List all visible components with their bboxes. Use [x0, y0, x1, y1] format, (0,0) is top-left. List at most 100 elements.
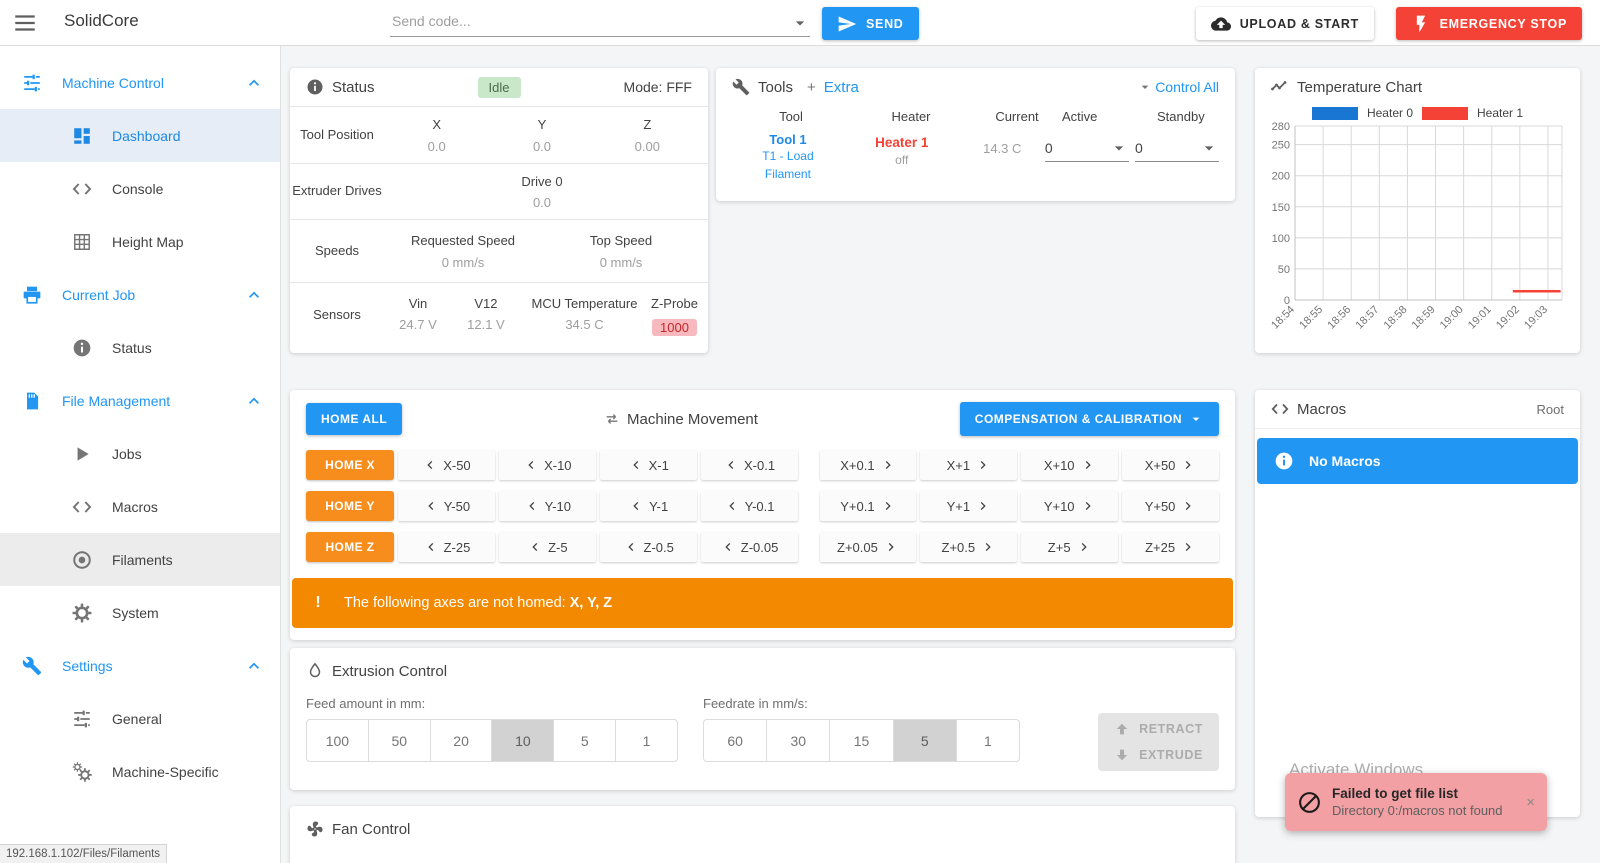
jog-x-10-button[interactable]: X-10	[498, 450, 596, 480]
jog-y-10-button[interactable]: Y-10	[498, 491, 596, 521]
plus-sign: +	[807, 78, 816, 96]
chevron-left-icon	[628, 457, 644, 473]
speeds-row: Speeds Requested Speed 0 mm/s Top Speed 0 m…	[290, 219, 708, 282]
jog-z-5-button[interactable]: Z-5	[498, 532, 596, 562]
heater-name[interactable]: Heater 1	[844, 135, 960, 150]
home-y-button[interactable]: HOME Y	[306, 491, 394, 521]
feed-amount-100[interactable]: 100	[307, 720, 368, 761]
sidebar-item-file-management[interactable]: File Management	[0, 374, 280, 427]
jog-zplus0-5-button[interactable]: Z+0.5	[920, 532, 1018, 562]
sidebar-item-system[interactable]: System	[0, 586, 280, 639]
extrusion-title: Extrusion Control	[332, 662, 448, 680]
feedrate-15[interactable]: 15	[829, 720, 892, 761]
jog-yplus0-1-button[interactable]: Y+0.1	[819, 491, 917, 521]
temperature-chart-panel: Temperature Chart Heater 0 Heater 1 0 50 10…	[1255, 68, 1580, 353]
feed-amount-50[interactable]: 50	[367, 720, 430, 761]
home-z-button[interactable]: HOME Z	[306, 532, 394, 562]
sidebar-item-dashboard[interactable]: Dashboard	[0, 109, 280, 162]
legend-label: Heater 0	[1366, 106, 1413, 120]
jog-zplus5-button[interactable]: Z+5	[1021, 532, 1119, 562]
sidebar-item-settings[interactable]: Settings	[0, 639, 280, 692]
sidebar-item-status[interactable]: Status	[0, 321, 280, 374]
col-header-heater: Heater	[891, 109, 931, 124]
chevron-up-icon[interactable]	[244, 656, 264, 676]
sidebar-item-machine-specific[interactable]: Machine-Specific	[0, 745, 280, 798]
home-all-button[interactable]: HOME ALL	[306, 403, 403, 435]
jog-x-0-1-button[interactable]: X-0.1	[700, 450, 798, 480]
warning-axes: X, Y, Z	[569, 595, 613, 611]
info-icon	[72, 338, 92, 358]
jog-xplus1-button[interactable]: X+1	[920, 450, 1018, 480]
row-label: Speeds	[314, 242, 360, 258]
standby-temp-select[interactable]: 0	[1135, 132, 1219, 162]
jog-y-1-button[interactable]: Y-1	[599, 491, 697, 521]
chevron-up-icon[interactable]	[244, 73, 264, 93]
upload-start-button[interactable]: UPLOAD & START	[1195, 7, 1374, 40]
upload-button-label: UPLOAD & START	[1239, 16, 1359, 31]
jog-x-1-button[interactable]: X-1	[599, 450, 697, 480]
sidebar-item-current-job[interactable]: Current Job	[0, 268, 280, 321]
extra-link[interactable]: Extra	[824, 79, 859, 96]
feedrate-60[interactable]: 60	[704, 720, 766, 761]
wrench-icon	[22, 656, 42, 676]
load-filament-link[interactable]: T1 - Load Filament	[743, 147, 833, 183]
extrude-button[interactable]: EXTRUDE	[1114, 747, 1203, 763]
sidebar-item-console[interactable]: Console	[0, 162, 280, 215]
caret-down-icon[interactable]	[790, 13, 810, 33]
play-icon	[72, 444, 92, 464]
control-all-link[interactable]: Control All	[1155, 79, 1219, 95]
home-x-button[interactable]: HOME X	[306, 450, 394, 480]
feed-amount-1[interactable]: 1	[615, 720, 677, 761]
retract-button[interactable]: RETRACT	[1114, 721, 1203, 737]
jog-zplus0-05-button[interactable]: Z+0.05	[819, 532, 917, 562]
chevron-left-icon	[423, 539, 439, 555]
jog-x-50-button[interactable]: X-50	[398, 450, 495, 480]
jog-yplus1-button[interactable]: Y+1	[920, 491, 1018, 521]
jog-yplus50-button[interactable]: Y+50	[1122, 491, 1219, 521]
jog-z-0-5-button[interactable]: Z-0.5	[599, 532, 697, 562]
feed-amount-20[interactable]: 20	[429, 720, 492, 761]
gears-icon	[72, 761, 92, 782]
chevron-right-icon	[1180, 457, 1196, 473]
send-code-field	[390, 5, 810, 37]
feedrate-30[interactable]: 30	[766, 720, 829, 761]
chevron-left-icon	[527, 539, 543, 555]
standby-temp-value: 0	[1135, 140, 1143, 156]
sidebar-item-macros[interactable]: Macros	[0, 480, 280, 533]
jog-yplus10-button[interactable]: Y+10	[1021, 491, 1119, 521]
send-code-input[interactable]	[390, 5, 810, 37]
jog-z-25-button[interactable]: Z-25	[398, 532, 495, 562]
active-temp-select[interactable]: 0	[1044, 132, 1129, 162]
chevron-up-icon[interactable]	[244, 285, 264, 305]
caret-down-icon[interactable]	[1137, 79, 1153, 95]
feed-amount-5[interactable]: 5	[553, 720, 615, 761]
sidebar-item-filaments[interactable]: Filaments	[0, 533, 280, 586]
toast-close-icon[interactable]: ×	[1522, 790, 1539, 815]
sidebar-item-height-map[interactable]: Height Map	[0, 215, 280, 268]
jog-z-0-05-button[interactable]: Z-0.05	[700, 532, 798, 562]
jog-button-grid: HOME X X-50 X-10 X-1 X-0.1 X+0.1 X+1 X+10 X+50 HO…	[306, 450, 1219, 562]
compensation-calibration-button[interactable]: COMPENSATION & CALIBRATION	[959, 402, 1219, 436]
menu-icon[interactable]	[12, 10, 38, 36]
emergency-stop-button[interactable]: EMERGENCY STOP	[1395, 7, 1582, 40]
feedrate-1[interactable]: 1	[955, 720, 1019, 761]
tools-panel: Tools + Extra Control All Tool Heater Cu…	[716, 68, 1235, 201]
chart-panel-header: Temperature Chart	[1255, 68, 1580, 106]
jog-zplus25-button[interactable]: Z+25	[1122, 532, 1219, 562]
feedrate-5[interactable]: 5	[892, 720, 956, 761]
active-temp-value: 0	[1044, 140, 1053, 156]
tool-name[interactable]: Tool 1	[732, 132, 844, 147]
chevron-up-icon[interactable]	[244, 391, 264, 411]
jog-y-50-button[interactable]: Y-50	[398, 491, 495, 521]
jog-xplus50-button[interactable]: X+50	[1122, 450, 1219, 480]
send-button[interactable]: SEND	[822, 7, 919, 40]
sidebar-item-machine-control[interactable]: Machine Control	[0, 56, 280, 109]
jog-y-0-1-button[interactable]: Y-0.1	[700, 491, 798, 521]
sidebar-item-label: File Management	[62, 392, 171, 409]
fan-control-panel: Fan Control	[290, 806, 1235, 863]
jog-xplus0-1-button[interactable]: X+0.1	[819, 450, 917, 480]
sidebar-item-jobs[interactable]: Jobs	[0, 427, 280, 480]
sidebar-item-general[interactable]: General	[0, 692, 280, 745]
feed-amount-10[interactable]: 10	[491, 720, 554, 761]
jog-xplus10-button[interactable]: X+10	[1021, 450, 1119, 480]
